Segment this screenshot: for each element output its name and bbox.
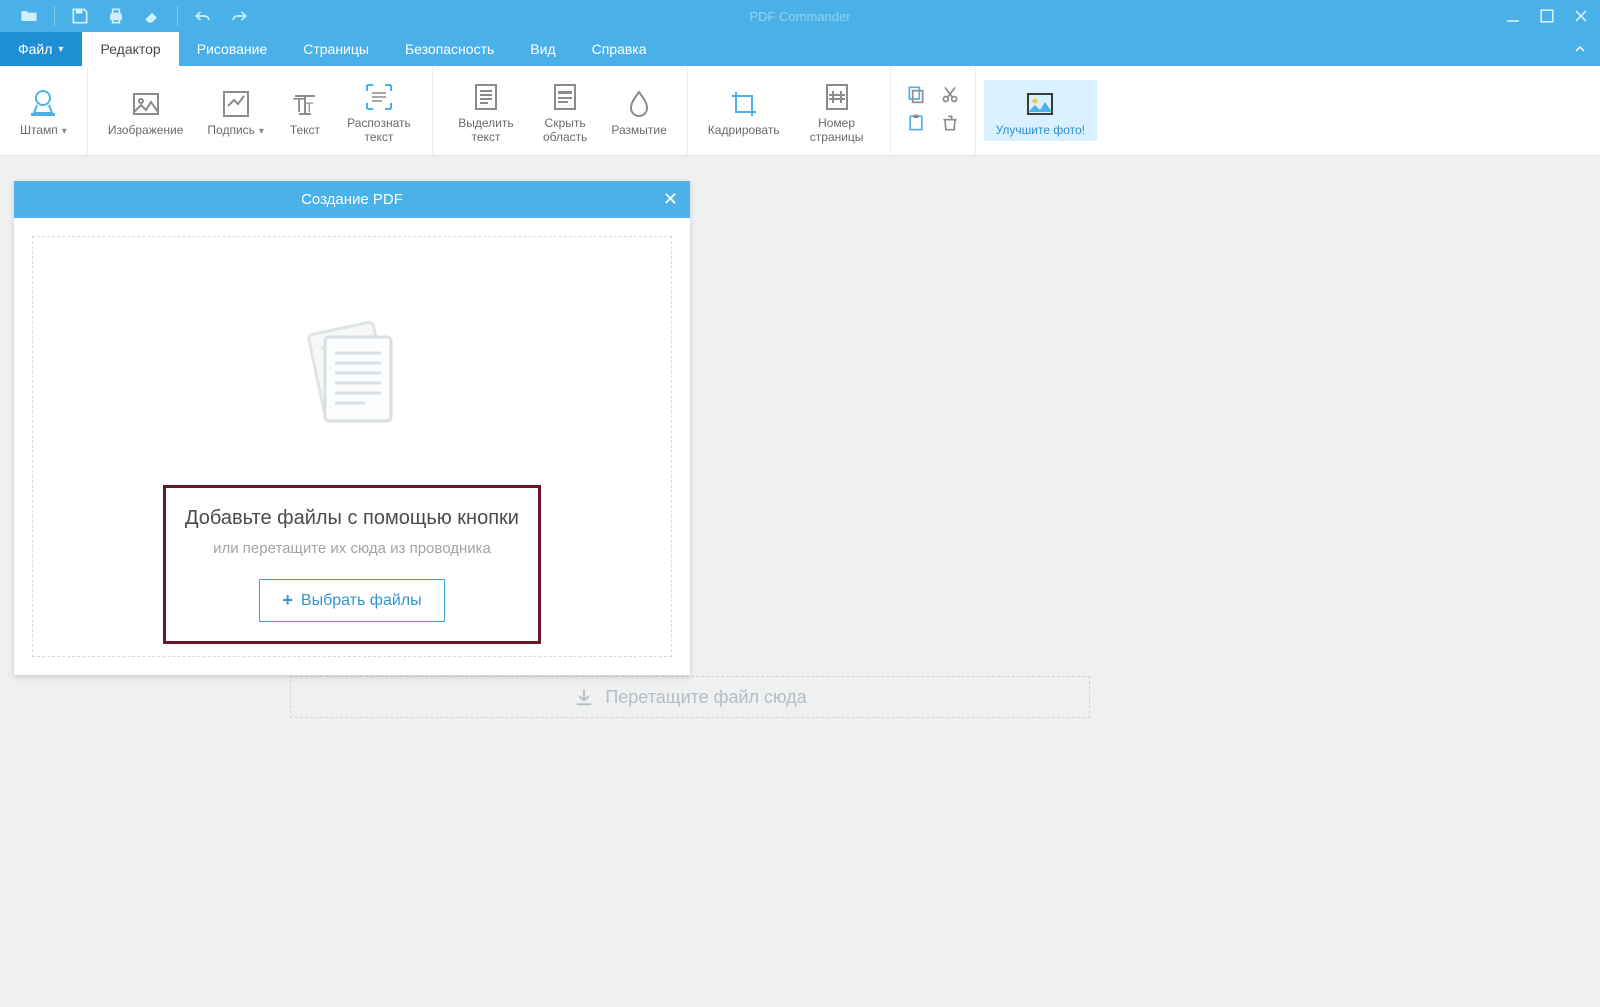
dialog-hint-highlight: Добавьте файлы с помощью кнопки или пере… <box>163 485 541 644</box>
save-icon[interactable] <box>69 5 91 27</box>
choose-files-label: Выбрать файлы <box>301 592 422 610</box>
text-label: Текст <box>290 124 320 138</box>
minimize-icon[interactable] <box>1502 5 1524 27</box>
image-label: Изображение <box>108 124 184 138</box>
dialog-drop-area[interactable]: Добавьте файлы с помощью кнопки или пере… <box>32 236 672 657</box>
pagenum-icon <box>821 79 853 115</box>
tab-pages[interactable]: Страницы <box>285 32 387 66</box>
enhance-photo-button[interactable]: Улучшите фото! <box>984 80 1097 142</box>
signature-button[interactable]: Подпись▾ <box>195 80 276 142</box>
stamp-icon <box>27 86 59 122</box>
dialog-close-icon[interactable]: ✕ <box>663 189 678 210</box>
drop-file-strip[interactable]: Перетащите файл сюда <box>290 676 1090 718</box>
cut-small-icon[interactable] <box>939 84 961 109</box>
dialog-title-text: Создание PDF <box>301 191 403 208</box>
text-icon: TT <box>289 86 321 122</box>
tab-editor[interactable]: Редактор <box>82 32 178 66</box>
pagenum-label: Номер страницы <box>810 117 864 145</box>
choose-files-button[interactable]: + Выбрать файлы <box>259 579 444 622</box>
tab-drawing[interactable]: Рисование <box>179 32 286 66</box>
crop-button[interactable]: Кадрировать <box>696 80 792 142</box>
hide-label: Скрыть область <box>543 117 587 145</box>
open-icon[interactable] <box>18 5 40 27</box>
signature-icon <box>220 86 252 122</box>
delete-small-icon[interactable] <box>939 113 961 138</box>
blur-icon <box>623 86 655 122</box>
create-pdf-dialog: Создание PDF ✕ Добавьте файлы с помощью … <box>14 181 690 675</box>
ocr-button[interactable]: Распознать текст <box>334 73 424 149</box>
main-tabs: Файл▾ Редактор Рисование Страницы Безопа… <box>0 32 1600 66</box>
maximize-icon[interactable] <box>1536 5 1558 27</box>
tab-security[interactable]: Безопасность <box>387 32 512 66</box>
hide-area-button[interactable]: Скрыть область <box>531 73 599 149</box>
collapse-ribbon-icon[interactable] <box>1560 32 1600 66</box>
ocr-icon <box>363 79 395 115</box>
tab-view[interactable]: Вид <box>512 32 573 66</box>
blur-label: Размытие <box>611 124 666 138</box>
paste-small-icon[interactable] <box>905 113 927 138</box>
drop-strip-label: Перетащите файл сюда <box>605 687 806 708</box>
eraser-icon[interactable] <box>141 5 163 27</box>
svg-text:T: T <box>305 99 314 115</box>
text-button[interactable]: TT Текст <box>276 80 334 142</box>
pagenum-button[interactable]: Номер страницы <box>792 73 882 149</box>
tab-help[interactable]: Справка <box>574 32 665 66</box>
app-title: PDF Commander <box>749 9 850 24</box>
enhance-photo-icon <box>1024 86 1056 122</box>
window-close-icon[interactable] <box>1570 5 1592 27</box>
documents-placeholder-icon <box>287 309 417 444</box>
redo-icon[interactable] <box>228 5 250 27</box>
stamp-button[interactable]: Штамп▾ <box>8 80 79 142</box>
svg-text:T: T <box>293 95 305 117</box>
tab-file[interactable]: Файл▾ <box>0 32 82 66</box>
stamp-label: Штамп <box>20 123 58 137</box>
hide-area-icon <box>549 79 581 115</box>
crop-icon <box>728 86 760 122</box>
signature-label: Подпись <box>207 123 255 137</box>
download-icon <box>573 686 595 708</box>
image-icon <box>130 86 162 122</box>
blur-button[interactable]: Размытие <box>599 80 678 142</box>
highlight-icon <box>470 79 502 115</box>
plus-icon: + <box>282 590 293 611</box>
image-button[interactable]: Изображение <box>96 80 196 142</box>
copy-small-icon[interactable] <box>905 84 927 109</box>
dialog-hint-sub: или перетащите их сюда из проводника <box>213 540 491 557</box>
enhance-label: Улучшите фото! <box>996 124 1085 138</box>
undo-icon[interactable] <box>192 5 214 27</box>
crop-label: Кадрировать <box>708 124 780 138</box>
dialog-hint-title: Добавьте файлы с помощью кнопки <box>185 507 519 530</box>
print-icon[interactable] <box>105 5 127 27</box>
dialog-titlebar: Создание PDF ✕ <box>14 181 690 218</box>
ocr-label: Распознать текст <box>347 117 411 145</box>
titlebar: PDF Commander <box>0 0 1600 32</box>
highlight-button[interactable]: Выделить текст <box>441 73 531 149</box>
highlight-label: Выделить текст <box>458 117 513 145</box>
ribbon: Штамп▾ Изображение Подпись▾ TT Текст Ра <box>0 66 1600 156</box>
